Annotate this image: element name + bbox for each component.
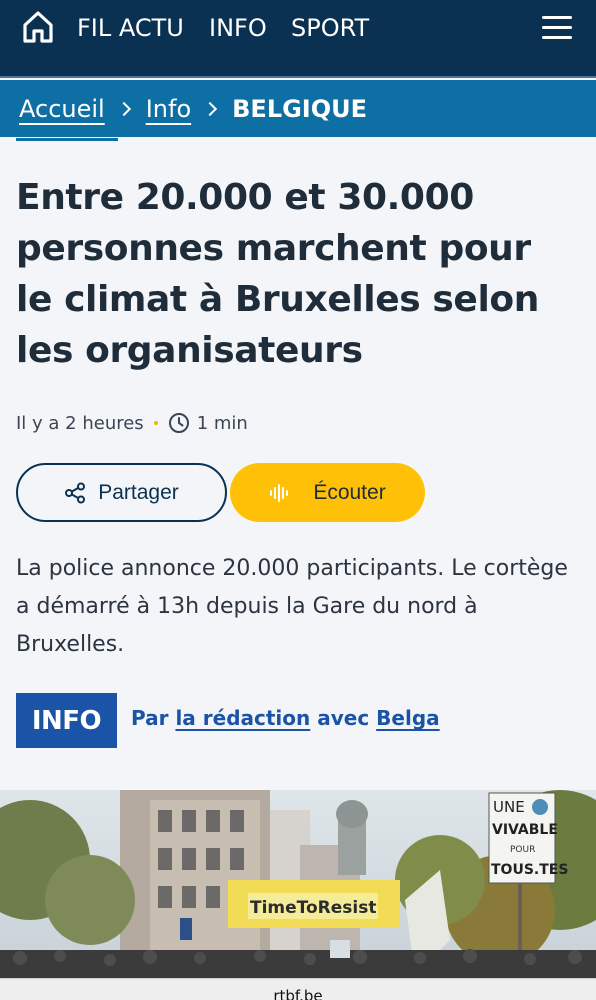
share-button[interactable]: Partager: [16, 463, 227, 522]
article-lead: La police annonce 20.000 participants. L…: [16, 556, 568, 657]
svg-text:VIVABLE: VIVABLE: [492, 822, 558, 838]
hamburger-menu-icon[interactable]: [542, 16, 572, 40]
published-time: Il y a 2 heures: [16, 412, 144, 434]
svg-text:TOUS.TES: TOUS.TES: [491, 862, 568, 878]
article-photo: TimeToResist UNE VIVABLE POUR TOUS.TES: [0, 790, 596, 980]
author-link[interactable]: la rédaction: [175, 706, 310, 730]
article-title: Entre 20.000 et 30.000 personnes marchen…: [16, 177, 539, 371]
divider: [16, 138, 118, 141]
nav-link-info[interactable]: INFO: [209, 14, 267, 42]
breadcrumb-link-accueil[interactable]: Accueil: [19, 95, 105, 123]
chevron-right-icon: [203, 101, 218, 116]
breadcrumb: Accueil Info BELGIQUE: [0, 80, 596, 137]
article-meta: Il y a 2 heures 1 min: [16, 412, 248, 434]
read-time: 1 min: [196, 412, 248, 434]
byline-connector: avec: [317, 706, 370, 730]
chevron-right-icon: [116, 101, 131, 116]
listen-label: Écouter: [313, 480, 386, 504]
breadcrumb-current: BELGIQUE: [232, 94, 368, 123]
browser-url-bar[interactable]: rtbf.be: [0, 978, 596, 1000]
breadcrumb-link-info[interactable]: Info: [146, 95, 191, 123]
agency-link[interactable]: Belga: [376, 706, 439, 730]
climate-march-photo: TimeToResist UNE VIVABLE POUR TOUS.TES: [0, 790, 596, 980]
svg-text:POUR: POUR: [510, 845, 535, 855]
info-badge: INFO: [16, 693, 117, 748]
url-text: rtbf.be: [273, 987, 323, 1000]
separator-dot: [153, 421, 158, 425]
clock-icon: [168, 413, 189, 433]
byline-prefix: Par: [131, 706, 169, 730]
audio-wave-icon: [270, 483, 289, 502]
nav-link-sport[interactable]: SPORT: [291, 14, 369, 42]
byline: Par la rédaction avec Belga: [131, 706, 440, 730]
nav-link-fil-actu[interactable]: FIL ACTU: [77, 14, 184, 42]
banner-text: TimeToResist: [250, 898, 377, 918]
share-label: Partager: [98, 480, 179, 504]
listen-button[interactable]: Écouter: [230, 463, 425, 522]
home-icon[interactable]: [22, 10, 54, 44]
svg-text:UNE: UNE: [493, 798, 525, 816]
top-navigation-bar: FIL ACTU INFO SPORT: [0, 0, 596, 78]
share-icon: [65, 482, 86, 503]
